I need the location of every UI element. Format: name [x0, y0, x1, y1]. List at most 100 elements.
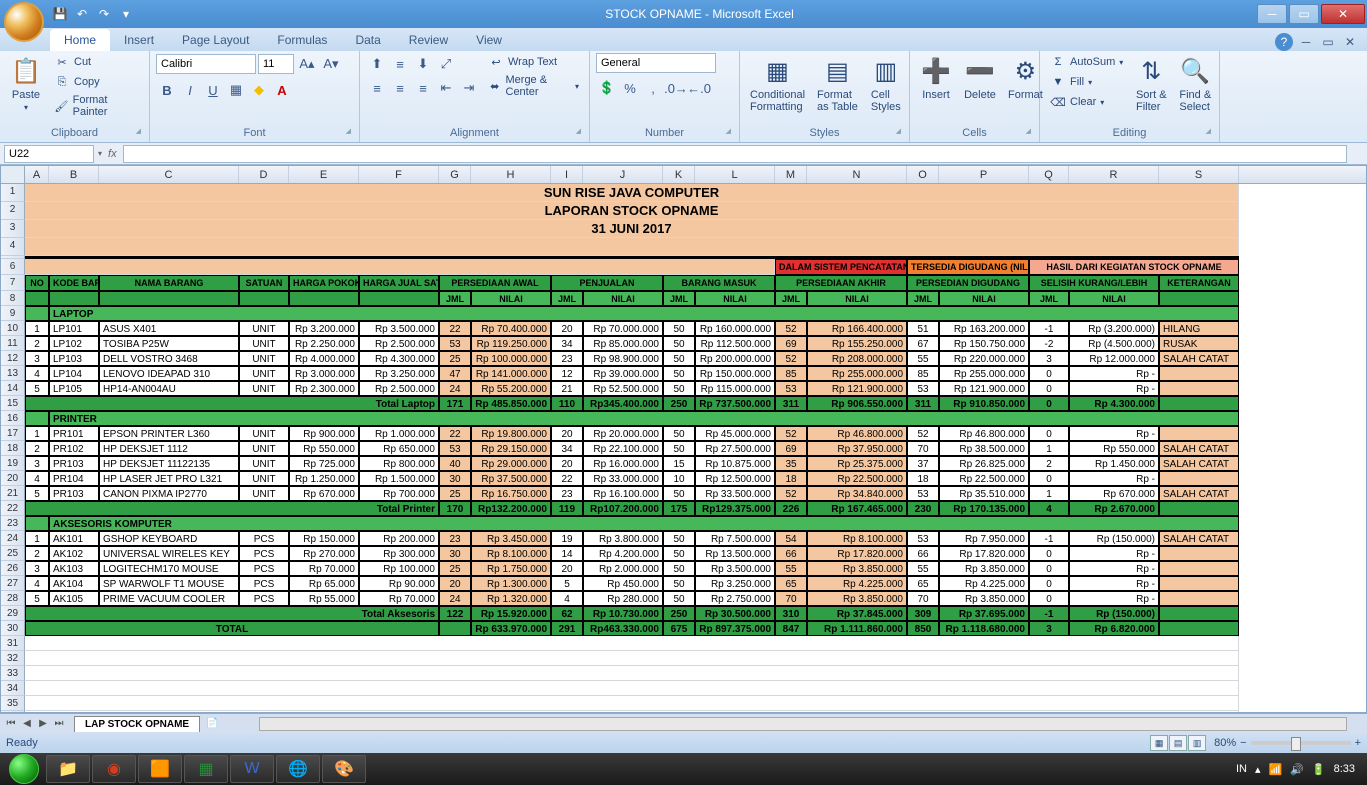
data-cell[interactable]: 70	[907, 591, 939, 606]
data-cell[interactable]: 23	[439, 531, 471, 546]
data-cell[interactable]: LOGITECHM170 MOUSE	[99, 561, 239, 576]
currency-icon[interactable]: 💲	[596, 77, 618, 99]
data-cell[interactable]: ASUS X401	[99, 321, 239, 336]
data-cell[interactable]: Rp 45.000.000	[695, 426, 775, 441]
sheet-tab[interactable]: LAP STOCK OPNAME	[74, 716, 200, 732]
data-cell[interactable]: Rp 121.900.000	[807, 381, 907, 396]
data-cell[interactable]: 5	[551, 576, 583, 591]
ribbon-minimize-icon[interactable]: ─	[1297, 33, 1315, 51]
data-cell[interactable]: Rp 10.875.000	[695, 456, 775, 471]
row-header[interactable]: 1	[1, 184, 25, 202]
column-header[interactable]: G	[439, 166, 471, 183]
column-header[interactable]: O	[907, 166, 939, 183]
data-cell[interactable]: Rp 16.100.000	[583, 486, 663, 501]
tray-lang[interactable]: IN	[1236, 763, 1247, 775]
data-cell[interactable]: 3	[25, 351, 49, 366]
data-cell[interactable]: Rp 85.000.000	[583, 336, 663, 351]
data-cell[interactable]: UNIT	[239, 351, 289, 366]
tab-nav-first-icon[interactable]: ⏮	[4, 718, 18, 729]
data-cell[interactable]: Rp 3.250.000	[359, 366, 439, 381]
tab-view[interactable]: View	[462, 29, 516, 51]
data-cell[interactable]: Rp 33.500.000	[695, 486, 775, 501]
data-cell[interactable]: GSHOP KEYBOARD	[99, 531, 239, 546]
fill-button[interactable]: ▼Fill▾	[1046, 73, 1127, 91]
data-cell[interactable]: 50	[663, 591, 695, 606]
data-cell[interactable]: Rp -	[1069, 591, 1159, 606]
name-box[interactable]: U22	[4, 145, 94, 163]
data-cell[interactable]: SALAH CATAT	[1159, 441, 1239, 456]
zoom-level[interactable]: 80%	[1214, 737, 1236, 749]
data-cell[interactable]: Rp 4.300.000	[359, 351, 439, 366]
cut-button[interactable]: ✂Cut	[50, 53, 143, 71]
data-cell[interactable]: 52	[775, 486, 807, 501]
conditional-formatting-button[interactable]: ▦Conditional Formatting	[746, 53, 809, 115]
data-cell[interactable]: Rp 4.200.000	[583, 546, 663, 561]
data-cell[interactable]: PCS	[239, 576, 289, 591]
data-cell[interactable]: 2	[25, 336, 49, 351]
row-header[interactable]: 14	[1, 381, 25, 396]
tab-nav-next-icon[interactable]: ▶	[36, 718, 50, 729]
copy-button[interactable]: ⎘Copy	[50, 73, 143, 91]
row-header[interactable]: 12	[1, 351, 25, 366]
row-header[interactable]: 10	[1, 321, 25, 336]
data-cell[interactable]: 54	[775, 531, 807, 546]
row-header[interactable]: 31	[1, 636, 25, 651]
data-cell[interactable]: Rp 150.000.000	[695, 366, 775, 381]
row-header[interactable]: 24	[1, 531, 25, 546]
data-cell[interactable]: Rp 700.000	[359, 486, 439, 501]
data-cell[interactable]: 5	[25, 486, 49, 501]
data-cell[interactable]: 67	[907, 336, 939, 351]
taskbar-word-icon[interactable]: W	[230, 755, 274, 783]
data-cell[interactable]: Rp 7.500.000	[695, 531, 775, 546]
data-cell[interactable]: 20	[551, 321, 583, 336]
align-middle-icon[interactable]: ≡	[389, 53, 411, 75]
data-cell[interactable]: Rp 70.000.000	[583, 321, 663, 336]
column-header[interactable]: E	[289, 166, 359, 183]
data-cell[interactable]: Rp 38.500.000	[939, 441, 1029, 456]
data-cell[interactable]: 52	[775, 321, 807, 336]
row-header[interactable]: 6	[1, 259, 25, 275]
data-cell[interactable]: 53	[775, 381, 807, 396]
data-cell[interactable]: Rp 34.840.000	[807, 486, 907, 501]
data-cell[interactable]: PR104	[49, 471, 99, 486]
data-cell[interactable]: LP101	[49, 321, 99, 336]
data-cell[interactable]: Rp 3.850.000	[807, 561, 907, 576]
data-cell[interactable]: 50	[663, 531, 695, 546]
ribbon-restore-icon[interactable]: ▭	[1319, 33, 1337, 51]
data-cell[interactable]: Rp 300.000	[359, 546, 439, 561]
data-cell[interactable]: Rp 121.900.000	[939, 381, 1029, 396]
clear-button[interactable]: ⌫Clear▾	[1046, 93, 1127, 111]
data-cell[interactable]: Rp 112.500.000	[695, 336, 775, 351]
data-cell[interactable]: Rp -	[1069, 381, 1159, 396]
data-cell[interactable]: Rp 100.000.000	[471, 351, 551, 366]
row-header[interactable]: 23	[1, 516, 25, 531]
data-cell[interactable]: 22	[439, 321, 471, 336]
align-right-icon[interactable]: ≡	[412, 77, 434, 99]
row-header[interactable]: 4	[1, 238, 25, 256]
data-cell[interactable]: 1	[1029, 486, 1069, 501]
data-cell[interactable]: 0	[1029, 591, 1069, 606]
data-cell[interactable]: 50	[663, 351, 695, 366]
data-cell[interactable]	[1159, 471, 1239, 486]
data-cell[interactable]: Rp 25.375.000	[807, 456, 907, 471]
data-cell[interactable]: PCS	[239, 591, 289, 606]
data-cell[interactable]	[1159, 591, 1239, 606]
data-cell[interactable]	[1159, 546, 1239, 561]
data-cell[interactable]: HP14-AN004AU	[99, 381, 239, 396]
data-cell[interactable]: 50	[663, 546, 695, 561]
data-cell[interactable]: Rp 255.000.000	[939, 366, 1029, 381]
row-header[interactable]: 8	[1, 291, 25, 306]
data-cell[interactable]: Rp 27.500.000	[695, 441, 775, 456]
data-cell[interactable]: UNIT	[239, 366, 289, 381]
align-bottom-icon[interactable]: ⬇	[412, 53, 434, 75]
data-cell[interactable]: 1	[25, 531, 49, 546]
shrink-font-icon[interactable]: A▾	[320, 53, 342, 75]
data-cell[interactable]: Rp 200.000.000	[695, 351, 775, 366]
decrease-decimal-icon[interactable]: ←.0	[688, 77, 710, 99]
data-cell[interactable]: 53	[439, 441, 471, 456]
data-cell[interactable]: 85	[907, 366, 939, 381]
data-cell[interactable]: 70	[775, 591, 807, 606]
taskbar-excel-icon[interactable]: ▦	[184, 755, 228, 783]
taskbar-powerpoint-icon[interactable]: ◉	[92, 755, 136, 783]
row-header[interactable]: 17	[1, 426, 25, 441]
